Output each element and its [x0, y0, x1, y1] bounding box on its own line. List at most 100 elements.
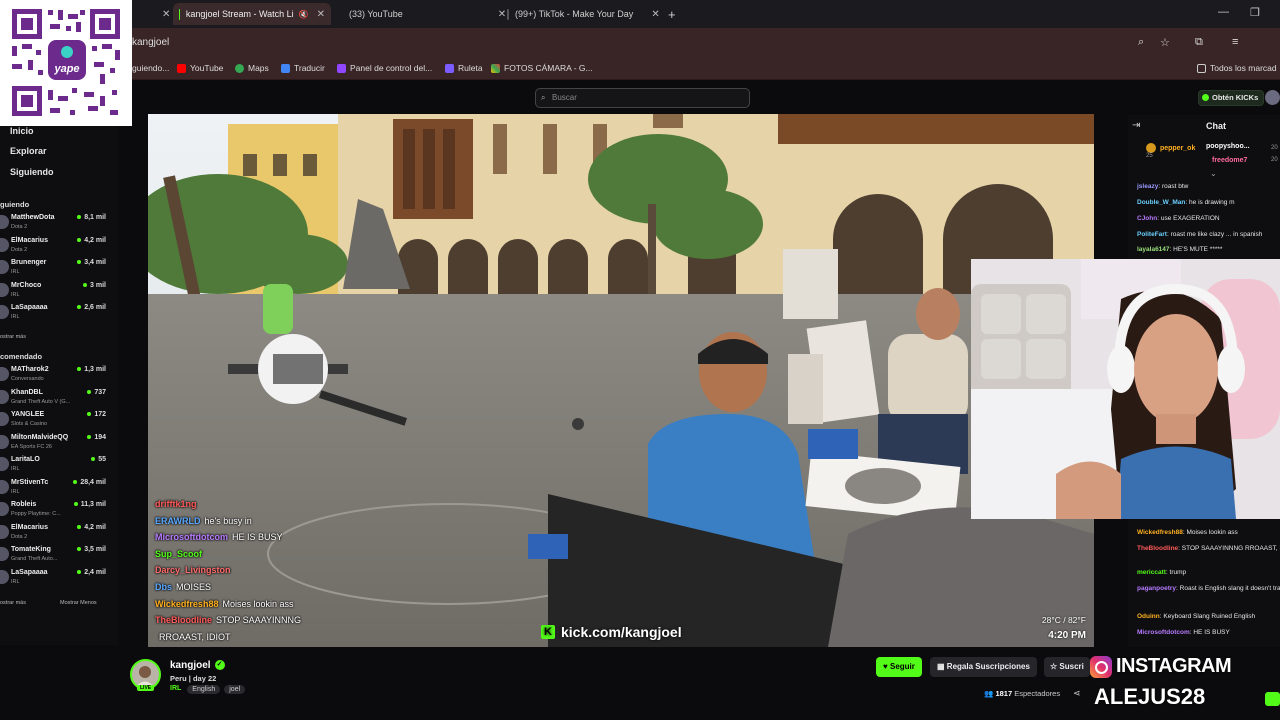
channel-name: TomateKing: [11, 546, 51, 553]
show-more-following[interactable]: ostrar más: [0, 334, 26, 340]
tab-label: (33) YouTube: [349, 9, 403, 19]
close-icon[interactable]: ✕: [651, 9, 659, 20]
live-dot-icon: [77, 569, 82, 574]
chat-message-text: roast btw: [1161, 183, 1189, 190]
stream-title: Peru | day 22: [170, 674, 217, 683]
sidebar-channel[interactable]: YANGLEE Slots & Casino 172: [0, 410, 118, 432]
channel-category: Dota 2: [11, 533, 28, 540]
chat-message[interactable]: CJohn: use EXAGERATION: [1137, 215, 1280, 222]
gifter-count: 25: [1146, 153, 1153, 159]
sidebar-channel[interactable]: LaritaLO IRL 55: [0, 455, 118, 477]
video-player[interactable]: drifftk1ng ERAWRLD he's busy in Microsoftdo…: [148, 114, 1094, 647]
sidebar-channel[interactable]: Robleis Poppy Playtime: C... 11,3 mil: [0, 500, 118, 522]
tab-youtube[interactable]: (33) YouTube ✕: [343, 3, 506, 25]
overlay-chat-user: TheBloodline: [155, 615, 212, 626]
sidebar-channel[interactable]: ElMacarius Dota 2 4,2 mil: [0, 523, 118, 545]
maximize-icon[interactable]: ❐: [1250, 6, 1260, 19]
sidebar-channel[interactable]: MATharok2 Conversando 1,3 mil: [0, 365, 118, 387]
gifter-count: 20: [1271, 157, 1278, 163]
chat-send-button[interactable]: [1265, 692, 1280, 706]
top-gifter[interactable]: freedome7: [1212, 157, 1247, 164]
streamer-name[interactable]: kangjoel ✓: [170, 660, 225, 671]
close-icon[interactable]: ✕: [317, 9, 325, 20]
bookmark-youtube[interactable]: YouTube: [177, 63, 223, 73]
chat-message-text: HE'S MUTE *****: [1173, 246, 1223, 253]
menu-icon[interactable]: ≡: [1232, 36, 1238, 48]
bookmark-maps[interactable]: Maps: [235, 63, 269, 73]
sidebar-channel[interactable]: ElMacarius Dota 2 4,2 mil: [0, 236, 118, 258]
star-icon[interactable]: ☆: [1160, 36, 1170, 49]
bookmark-fotos[interactable]: FOTOS CÁMARA - G...: [491, 63, 593, 73]
tag-pill[interactable]: joel: [224, 685, 246, 694]
channel-avatar: [0, 215, 9, 229]
all-bookmarks[interactable]: Todos los marcad: [1197, 63, 1277, 73]
tab-close-icon[interactable]: ✕: [154, 3, 170, 25]
sidebar-channel[interactable]: MatthewDota Dota 2 8,1 mil: [0, 213, 118, 235]
chat-message[interactable]: Oduinn: Keyboard Slang Ruined English: [1137, 613, 1280, 620]
drive-icon: [491, 63, 500, 73]
chat-message[interactable]: TheBloodline: STOP SAAAYINNNG RROAAST, I…: [1137, 545, 1280, 552]
chat-title: Chat: [1206, 121, 1226, 131]
channel-avatar: [0, 260, 9, 274]
live-dot-icon: [73, 502, 78, 507]
tab-label: kangjoel Stream - Watch Li: [185, 9, 294, 19]
sidebar-channel[interactable]: TomateKing Grand Theft Auto... 3,5 mil: [0, 545, 118, 567]
channel-avatar: [0, 367, 9, 381]
people-icon: 👥: [984, 689, 994, 698]
sidebar-channel[interactable]: Brunenger IRL 3,4 mil: [0, 258, 118, 280]
top-gifter[interactable]: poopyshoo...: [1206, 143, 1250, 150]
bookmark-translate[interactable]: Traducir: [281, 63, 325, 73]
chat-message[interactable]: jsleazy: roast btw: [1137, 183, 1280, 190]
bookmark-item[interactable]: guiendo...: [132, 63, 169, 73]
collapse-chat-icon[interactable]: ⇥: [1132, 120, 1140, 131]
channel-category: Dota 2: [11, 246, 28, 253]
chat-message[interactable]: Microsoftdotcom: HE IS BUSY: [1137, 629, 1280, 636]
get-kicks-button[interactable]: Obtén KICKs: [1198, 90, 1265, 106]
chat-message[interactable]: mericcatt: trump: [1137, 569, 1280, 576]
new-tab-button[interactable]: +: [668, 3, 676, 25]
nav-inicio[interactable]: Inicio: [10, 126, 34, 136]
sidebar-channel[interactable]: KhanDBL Grand Theft Auto V (G... 737: [0, 388, 118, 410]
mute-icon[interactable]: 🔇: [299, 10, 309, 19]
bookmark-panel[interactable]: Panel de control del...: [337, 63, 432, 73]
sidebar-channel[interactable]: MrStivenTc IRL 28,4 mil: [0, 478, 118, 500]
chat-username: Microsoftdotcom: [1137, 629, 1190, 636]
expand-icon[interactable]: ⌄: [1210, 169, 1217, 178]
search-icon: ⌕: [541, 93, 546, 102]
tag-pill[interactable]: English: [187, 685, 221, 694]
show-more-recommended[interactable]: ostrar más: [0, 600, 26, 606]
show-less-button[interactable]: Mostrar Menos: [60, 600, 97, 606]
zoom-icon[interactable]: ⌕: [1138, 36, 1144, 49]
follow-button[interactable]: ♥ Seguir: [876, 657, 922, 677]
close-icon[interactable]: ✕: [498, 9, 506, 20]
nav-explorar[interactable]: Explorar: [10, 146, 47, 156]
url-field[interactable]: kangjoel: [132, 37, 169, 48]
facecam-frame: [971, 259, 1280, 519]
address-bar: kangjoel ⌕ ☆ ⧉ ≡: [0, 28, 1280, 78]
chat-message[interactable]: Wickedfresh88: Moises lookin ass: [1137, 529, 1280, 536]
share-icon[interactable]: ⋖: [1073, 688, 1081, 699]
bookmark-ruleta[interactable]: Ruleta: [445, 63, 483, 73]
search-input[interactable]: ⌕ Buscar: [535, 88, 750, 108]
sidebar-channel[interactable]: MiltonMalvideQQ EA Sports FC 26 194: [0, 433, 118, 455]
overlay-chat-line: RROAAST, IDIOT: [155, 632, 231, 642]
tab-kick[interactable]: kangjoel Stream - Watch Li 🔇 ✕: [173, 3, 331, 25]
top-gifter[interactable]: pepper_ok 25: [1146, 143, 1195, 159]
chat-message[interactable]: Double_W_Man: he is drawing m: [1137, 199, 1280, 206]
sidebar-channel[interactable]: LaSapaaaa IRL 2,4 mil: [0, 568, 118, 590]
channel-category: Grand Theft Auto V (G...: [11, 398, 71, 405]
gift-subs-button[interactable]: ▦ Regala Suscripciones: [930, 657, 1037, 677]
chat-message[interactable]: layala6147: HE'S MUTE *****: [1137, 246, 1280, 253]
extensions-icon[interactable]: ⧉: [1195, 36, 1203, 49]
subscribe-button[interactable]: ☆ Suscri: [1044, 657, 1090, 677]
chat-message[interactable]: PoliteFart: roast me like clazy ... in s…: [1137, 231, 1280, 238]
sidebar-channel[interactable]: LaSapaaaa IRL 2,6 mil: [0, 303, 118, 325]
user-avatar[interactable]: [1265, 90, 1280, 105]
channel-name: KhanDBL: [11, 388, 43, 396]
category-link[interactable]: IRL: [170, 685, 181, 694]
minimize-icon[interactable]: —: [1218, 6, 1229, 18]
sidebar-channel[interactable]: MrChoco IRL 3 mil: [0, 281, 118, 303]
nav-siguiendo[interactable]: Siguiendo: [10, 167, 54, 177]
tab-tiktok[interactable]: (99+) TikTok - Make Your Day ✕: [507, 3, 660, 25]
chat-message[interactable]: paganpoetry: Roast is English slang it d…: [1137, 585, 1280, 592]
